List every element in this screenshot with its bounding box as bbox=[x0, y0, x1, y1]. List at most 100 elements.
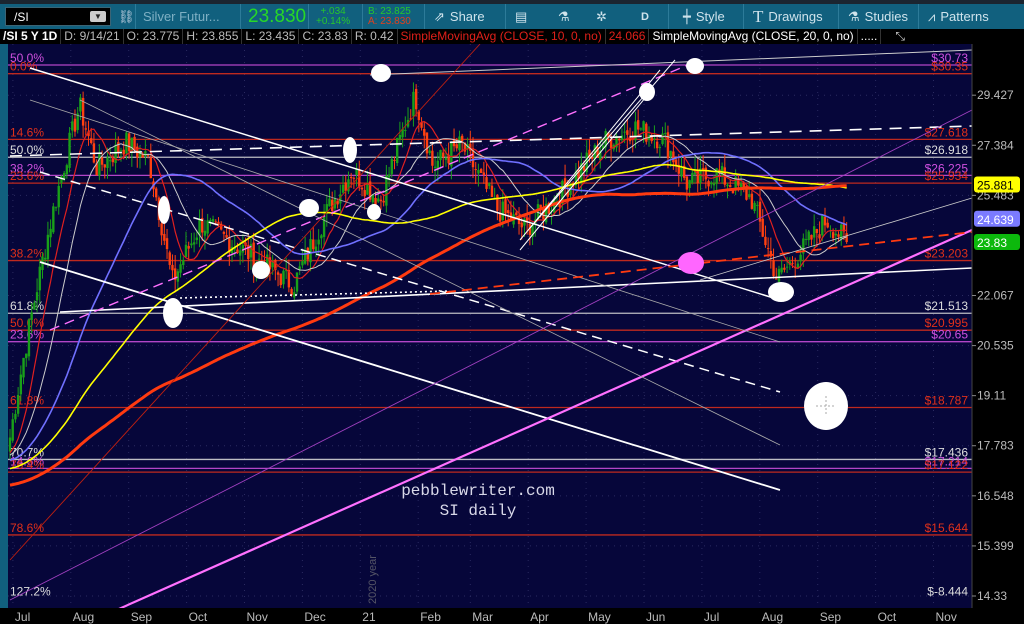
candle-body bbox=[772, 260, 775, 277]
studies-button[interactable]: ⚗ Studies bbox=[848, 4, 908, 29]
candle-body bbox=[214, 221, 217, 223]
more-studies[interactable]: ..... bbox=[858, 29, 882, 44]
info-icon[interactable]: ▤ bbox=[515, 4, 527, 29]
candle-body bbox=[19, 374, 23, 395]
candle-body bbox=[106, 157, 109, 169]
candle-body bbox=[747, 194, 751, 198]
candle-body bbox=[688, 180, 691, 188]
time-tick-label: Feb bbox=[420, 610, 441, 624]
candle-body bbox=[496, 194, 499, 211]
candle-body bbox=[831, 232, 835, 239]
studies-label: Studies bbox=[864, 9, 909, 24]
candle-body bbox=[515, 212, 518, 216]
candle-body bbox=[444, 157, 448, 160]
bar-low: L: 23.435 bbox=[242, 29, 300, 44]
chevron-down-icon[interactable]: ▼ bbox=[90, 11, 106, 22]
candle-body bbox=[685, 176, 689, 190]
price-tick-label: 19.11 bbox=[977, 389, 1006, 403]
marker-ellipse bbox=[686, 58, 704, 74]
candle-body bbox=[639, 128, 643, 130]
time-tick-label: Jun bbox=[646, 610, 665, 624]
sma20-label[interactable]: SimpleMovingAvg (CLOSE, 20, 0, no) bbox=[649, 29, 858, 44]
candle-body bbox=[696, 169, 699, 184]
net-change: +.034 bbox=[320, 5, 346, 17]
candle-body bbox=[144, 151, 147, 157]
share-label: Share bbox=[449, 9, 485, 24]
last-value-text: 24.639 bbox=[977, 213, 1014, 227]
candle-body bbox=[225, 235, 228, 238]
candle-body bbox=[766, 248, 770, 250]
candle-body bbox=[114, 144, 117, 163]
price-chart[interactable]: 2020 year50.0% $30.730.0% $30.3514.6% $27.6… bbox=[0, 0, 1024, 624]
candle-body bbox=[761, 218, 764, 237]
candle-body bbox=[127, 133, 131, 152]
time-axis[interactable] bbox=[0, 608, 1024, 624]
candle-body bbox=[108, 160, 112, 162]
collapse-icon[interactable]: ⤡ bbox=[881, 29, 908, 44]
candle-body bbox=[818, 234, 821, 239]
candle-body bbox=[298, 266, 301, 270]
candle-body bbox=[358, 169, 361, 188]
drawings-button[interactable]: T Drawings bbox=[753, 4, 823, 29]
marker-ellipse bbox=[158, 196, 170, 224]
last-price: 23.830 bbox=[248, 5, 307, 27]
candle-icon: ┿ bbox=[683, 8, 691, 24]
candle-body bbox=[341, 184, 345, 193]
time-tick-label: 21 bbox=[362, 610, 376, 624]
sma10-label[interactable]: SimpleMovingAvg (CLOSE, 10, 0, no) bbox=[398, 29, 606, 44]
candle-body bbox=[672, 151, 675, 163]
candle-body bbox=[393, 159, 396, 161]
candle-body bbox=[712, 183, 716, 186]
flask-icon[interactable]: ⚗ bbox=[558, 4, 570, 29]
candle-body bbox=[195, 237, 199, 241]
candle-body bbox=[360, 187, 364, 190]
gear-icon[interactable]: ✲ bbox=[596, 4, 607, 29]
candle-body bbox=[49, 228, 52, 238]
fib-percent-label: 23.6% bbox=[10, 169, 44, 183]
candle-body bbox=[25, 353, 28, 359]
time-tick-label: Nov bbox=[936, 610, 957, 624]
style-button[interactable]: ┿ Style bbox=[683, 4, 725, 29]
candle-body bbox=[371, 194, 375, 203]
watermark-line1: pebblewriter.com bbox=[401, 482, 555, 500]
time-tick-label: Apr bbox=[530, 610, 549, 624]
candle-body bbox=[73, 118, 77, 132]
fib-percent-label: 38.2% bbox=[10, 247, 44, 261]
patterns-button[interactable]: ⩘ Patterns bbox=[928, 4, 989, 29]
candle-body bbox=[203, 230, 207, 236]
fib-price-label: $25.934 bbox=[925, 169, 969, 183]
candle-body bbox=[222, 231, 226, 234]
candle-body bbox=[190, 243, 193, 246]
divider bbox=[838, 4, 839, 29]
candle-body bbox=[117, 142, 120, 153]
candle-body bbox=[187, 246, 190, 249]
candle-body bbox=[344, 182, 347, 191]
candle-body bbox=[428, 150, 431, 154]
time-tick-label: Dec bbox=[304, 610, 325, 624]
candle-body bbox=[11, 419, 14, 441]
candle-body bbox=[192, 242, 196, 245]
fib-price-label: $15.644 bbox=[925, 521, 969, 535]
symbol-selector[interactable]: /SI ▼ bbox=[5, 7, 111, 26]
time-tick-label: Aug bbox=[73, 610, 94, 624]
link-icon[interactable]: ⛓ bbox=[118, 4, 135, 29]
style-label: Style bbox=[695, 9, 725, 24]
aggregation-button[interactable]: D bbox=[641, 4, 649, 29]
candle-body bbox=[301, 261, 304, 266]
bar-high: H: 23.855 bbox=[183, 29, 243, 44]
flask-icon: ⚗ bbox=[848, 8, 860, 24]
candle-body bbox=[38, 266, 41, 291]
price-axis[interactable] bbox=[972, 44, 1024, 624]
time-tick-label: Oct bbox=[878, 610, 897, 624]
candle-body bbox=[52, 206, 55, 233]
share-button[interactable]: ⇗ Share bbox=[434, 4, 485, 29]
time-tick-label: May bbox=[588, 610, 611, 624]
candle-body bbox=[349, 176, 353, 179]
candle-body bbox=[726, 184, 729, 187]
chart-info-bar: /SI 5 Y 1D D: 9/14/21 O: 23.775 H: 23.85… bbox=[0, 29, 1024, 44]
last-value-text: 23.83 bbox=[977, 236, 1007, 250]
candle-body bbox=[756, 204, 759, 206]
time-tick-label: Sep bbox=[131, 610, 153, 624]
candle-body bbox=[655, 141, 659, 149]
candle-body bbox=[171, 264, 174, 271]
